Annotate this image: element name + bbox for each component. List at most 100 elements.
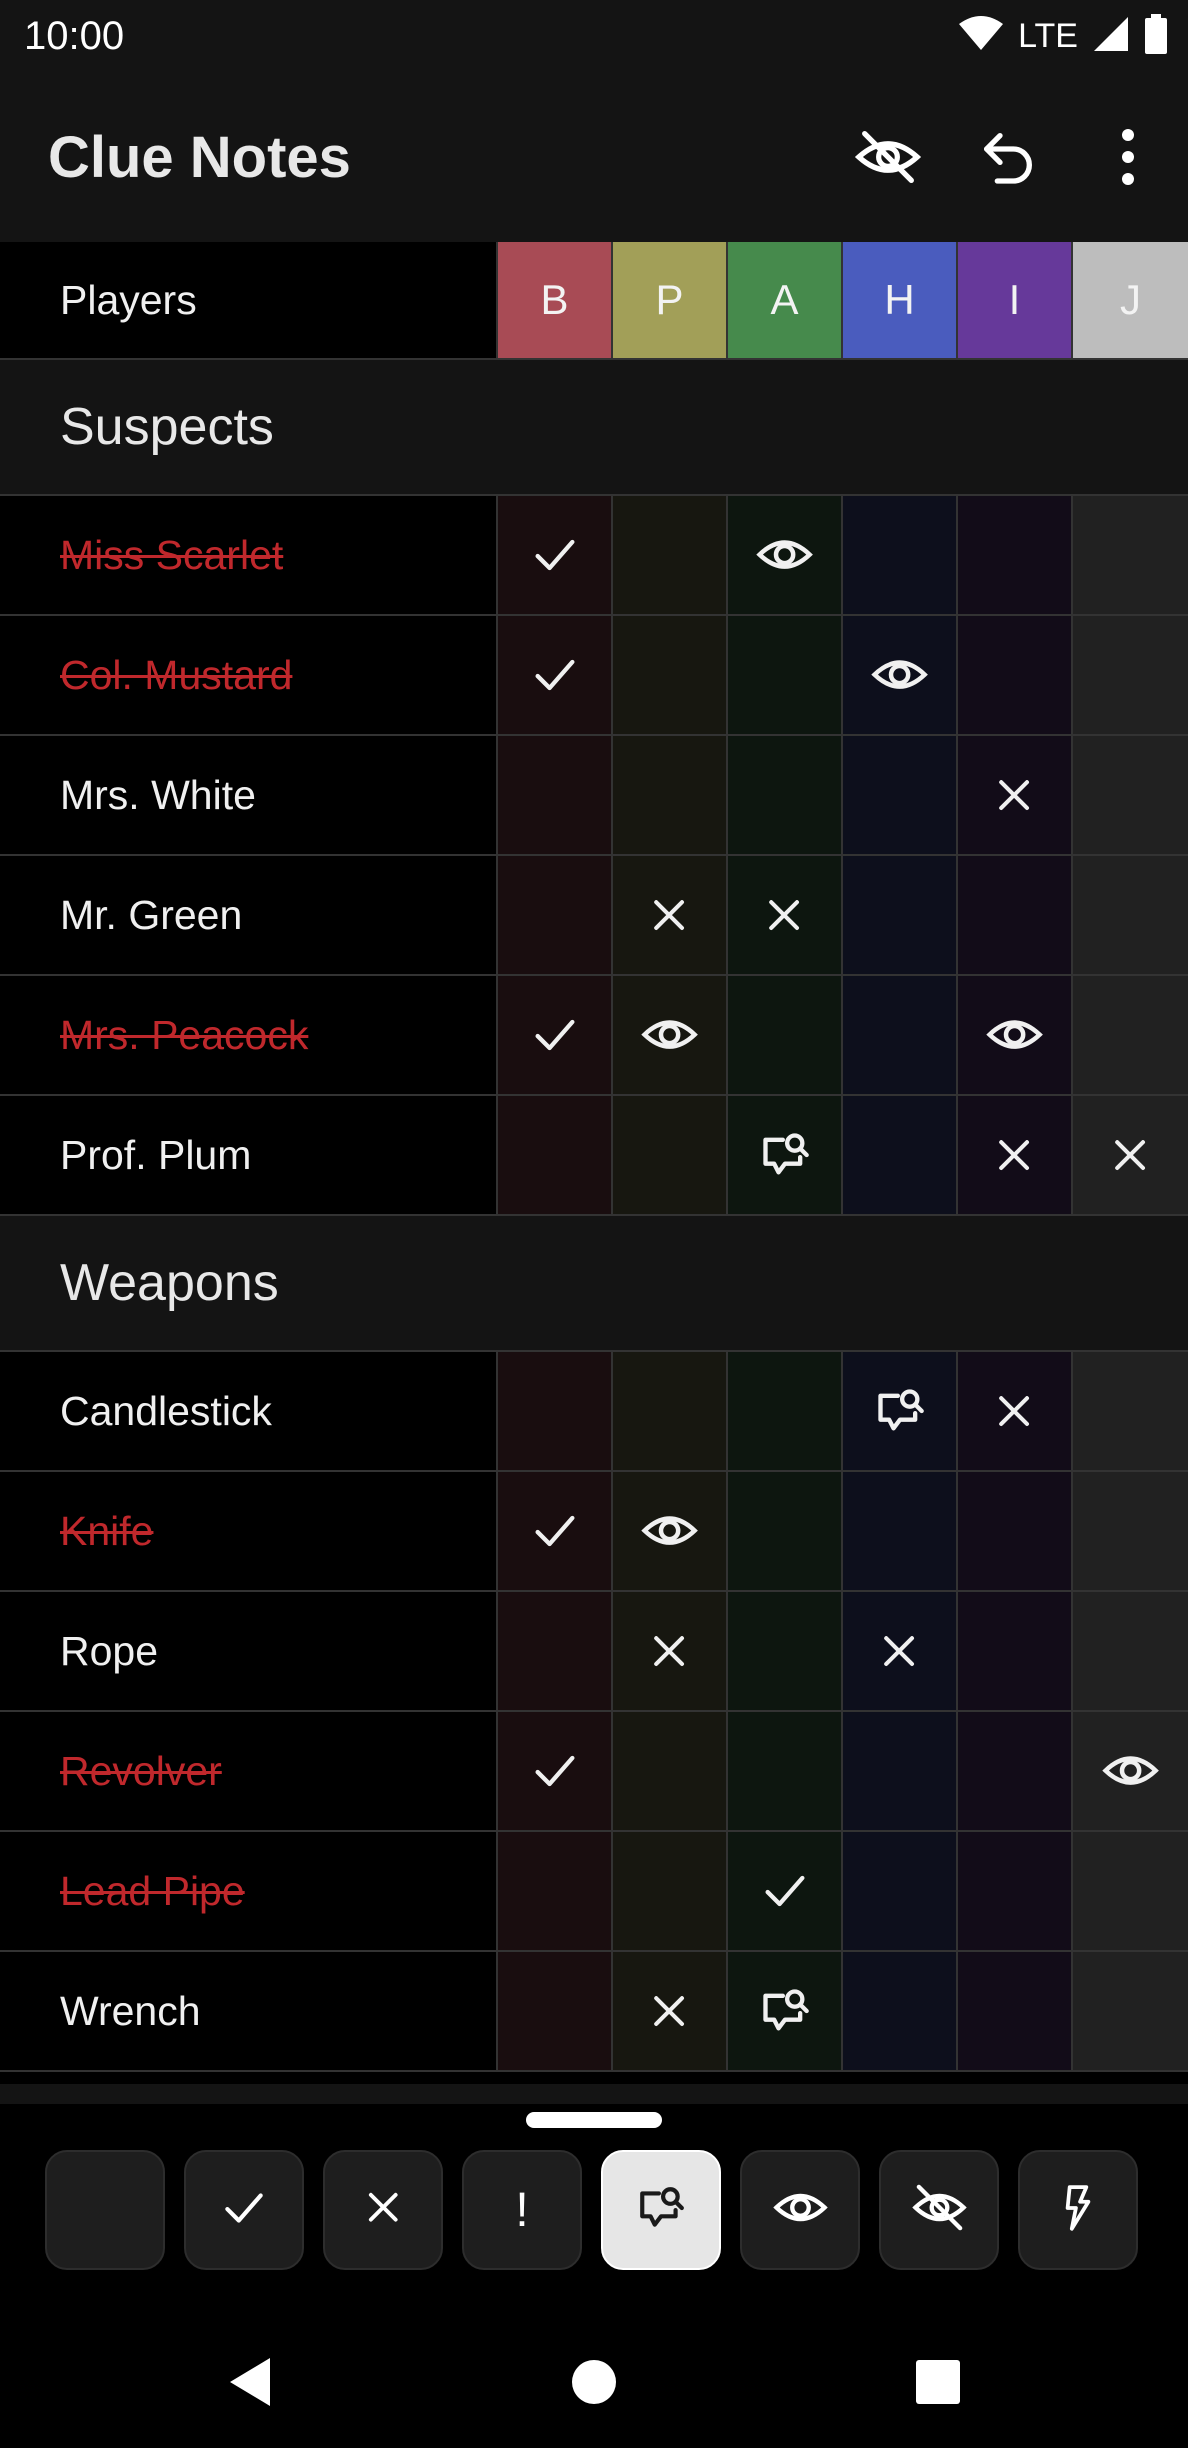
mark-cell[interactable]	[958, 1096, 1073, 1214]
exclamation-tool-button[interactable]: !	[462, 2150, 582, 2270]
mark-cell[interactable]	[728, 1712, 843, 1830]
mark-cell[interactable]	[498, 856, 613, 974]
mark-cell[interactable]	[1073, 1592, 1188, 1710]
mark-cell[interactable]	[843, 736, 958, 854]
mark-cell[interactable]	[958, 616, 1073, 734]
mark-cell[interactable]	[613, 1832, 728, 1950]
mark-cell[interactable]	[843, 1592, 958, 1710]
mark-cell[interactable]	[1073, 616, 1188, 734]
mark-cell[interactable]	[498, 1952, 613, 2070]
player-p[interactable]: P	[613, 242, 728, 358]
more-vert-icon[interactable]	[1068, 97, 1188, 217]
mark-cell[interactable]	[498, 1592, 613, 1710]
card-name[interactable]: Knife	[0, 1472, 498, 1590]
mark-cell[interactable]	[728, 1352, 843, 1470]
mark-cell[interactable]	[958, 496, 1073, 614]
check-tool-button[interactable]	[184, 2150, 304, 2270]
mark-cell[interactable]	[843, 1712, 958, 1830]
eye-off-tool-button[interactable]	[879, 2150, 999, 2270]
mark-cell[interactable]	[1073, 1472, 1188, 1590]
mark-cell[interactable]	[1073, 1952, 1188, 2070]
mark-cell[interactable]	[728, 856, 843, 974]
mark-cell[interactable]	[1073, 736, 1188, 854]
drag-handle[interactable]	[526, 2112, 662, 2128]
mark-cell[interactable]	[498, 1832, 613, 1950]
mark-cell[interactable]	[958, 976, 1073, 1094]
mark-cell[interactable]	[498, 976, 613, 1094]
player-i[interactable]: I	[958, 242, 1073, 358]
mark-cell[interactable]	[498, 1352, 613, 1470]
card-name[interactable]: Mr. Green	[0, 856, 498, 974]
mark-cell[interactable]	[843, 496, 958, 614]
mark-cell[interactable]	[498, 496, 613, 614]
card-name[interactable]: Wrench	[0, 1952, 498, 2070]
home-icon[interactable]	[422, 2358, 766, 2406]
mark-cell[interactable]	[728, 1952, 843, 2070]
mark-cell[interactable]	[613, 1096, 728, 1214]
player-b[interactable]: B	[498, 242, 613, 358]
card-name[interactable]: Candlestick	[0, 1352, 498, 1470]
card-name[interactable]: Lead Pipe	[0, 1832, 498, 1950]
card-name[interactable]: Mrs. White	[0, 736, 498, 854]
mark-cell[interactable]	[843, 1472, 958, 1590]
mark-cell[interactable]	[613, 1592, 728, 1710]
mark-cell[interactable]	[1073, 496, 1188, 614]
mark-cell[interactable]	[1073, 1352, 1188, 1470]
mark-cell[interactable]	[498, 616, 613, 734]
eye-tool-button[interactable]	[740, 2150, 860, 2270]
mark-cell[interactable]	[958, 1712, 1073, 1830]
mark-cell[interactable]	[613, 976, 728, 1094]
mark-cell[interactable]	[1073, 1832, 1188, 1950]
mark-cell[interactable]	[958, 1472, 1073, 1590]
bolt-tool-button[interactable]	[1018, 2150, 1138, 2270]
mark-cell[interactable]	[843, 976, 958, 1094]
back-icon[interactable]	[78, 2356, 422, 2408]
undo-icon[interactable]	[948, 97, 1068, 217]
mark-cell[interactable]	[613, 496, 728, 614]
mark-cell[interactable]	[613, 1712, 728, 1830]
mark-cell[interactable]	[728, 1592, 843, 1710]
mark-cell[interactable]	[728, 1096, 843, 1214]
mark-cell[interactable]	[498, 1712, 613, 1830]
mark-cell[interactable]	[958, 1832, 1073, 1950]
card-name[interactable]: Rope	[0, 1592, 498, 1710]
blank-tool-button[interactable]	[45, 2150, 165, 2270]
mark-cell[interactable]	[843, 856, 958, 974]
cross-tool-button[interactable]	[323, 2150, 443, 2270]
card-name[interactable]: Miss Scarlet	[0, 496, 498, 614]
mark-cell[interactable]	[728, 616, 843, 734]
mark-cell[interactable]	[843, 1832, 958, 1950]
mark-cell[interactable]	[958, 736, 1073, 854]
player-j[interactable]: J	[1073, 242, 1188, 358]
mark-cell[interactable]	[728, 976, 843, 1094]
player-h[interactable]: H	[843, 242, 958, 358]
mark-cell[interactable]	[958, 856, 1073, 974]
mark-cell[interactable]	[958, 1592, 1073, 1710]
mark-cell[interactable]	[843, 616, 958, 734]
visibility-off-icon[interactable]	[828, 97, 948, 217]
mark-cell[interactable]	[613, 856, 728, 974]
mark-cell[interactable]	[843, 1096, 958, 1214]
player-a[interactable]: A	[728, 242, 843, 358]
mark-cell[interactable]	[728, 1832, 843, 1950]
mark-cell[interactable]	[728, 1472, 843, 1590]
mark-cell[interactable]	[498, 736, 613, 854]
mark-cell[interactable]	[613, 1952, 728, 2070]
suggestion-tool-button[interactable]	[601, 2150, 721, 2270]
card-name[interactable]: Mrs. Peacock	[0, 976, 498, 1094]
mark-cell[interactable]	[843, 1352, 958, 1470]
mark-cell[interactable]	[498, 1472, 613, 1590]
mark-cell[interactable]	[958, 1952, 1073, 2070]
mark-cell[interactable]	[613, 736, 728, 854]
mark-cell[interactable]	[728, 496, 843, 614]
mark-cell[interactable]	[843, 1952, 958, 2070]
mark-cell[interactable]	[1073, 1712, 1188, 1830]
mark-cell[interactable]	[1073, 856, 1188, 974]
mark-cell[interactable]	[728, 736, 843, 854]
mark-cell[interactable]	[1073, 1096, 1188, 1214]
recents-icon[interactable]	[766, 2359, 1110, 2405]
mark-cell[interactable]	[613, 1472, 728, 1590]
card-name[interactable]: Col. Mustard	[0, 616, 498, 734]
mark-cell[interactable]	[613, 1352, 728, 1470]
card-name[interactable]: Revolver	[0, 1712, 498, 1830]
